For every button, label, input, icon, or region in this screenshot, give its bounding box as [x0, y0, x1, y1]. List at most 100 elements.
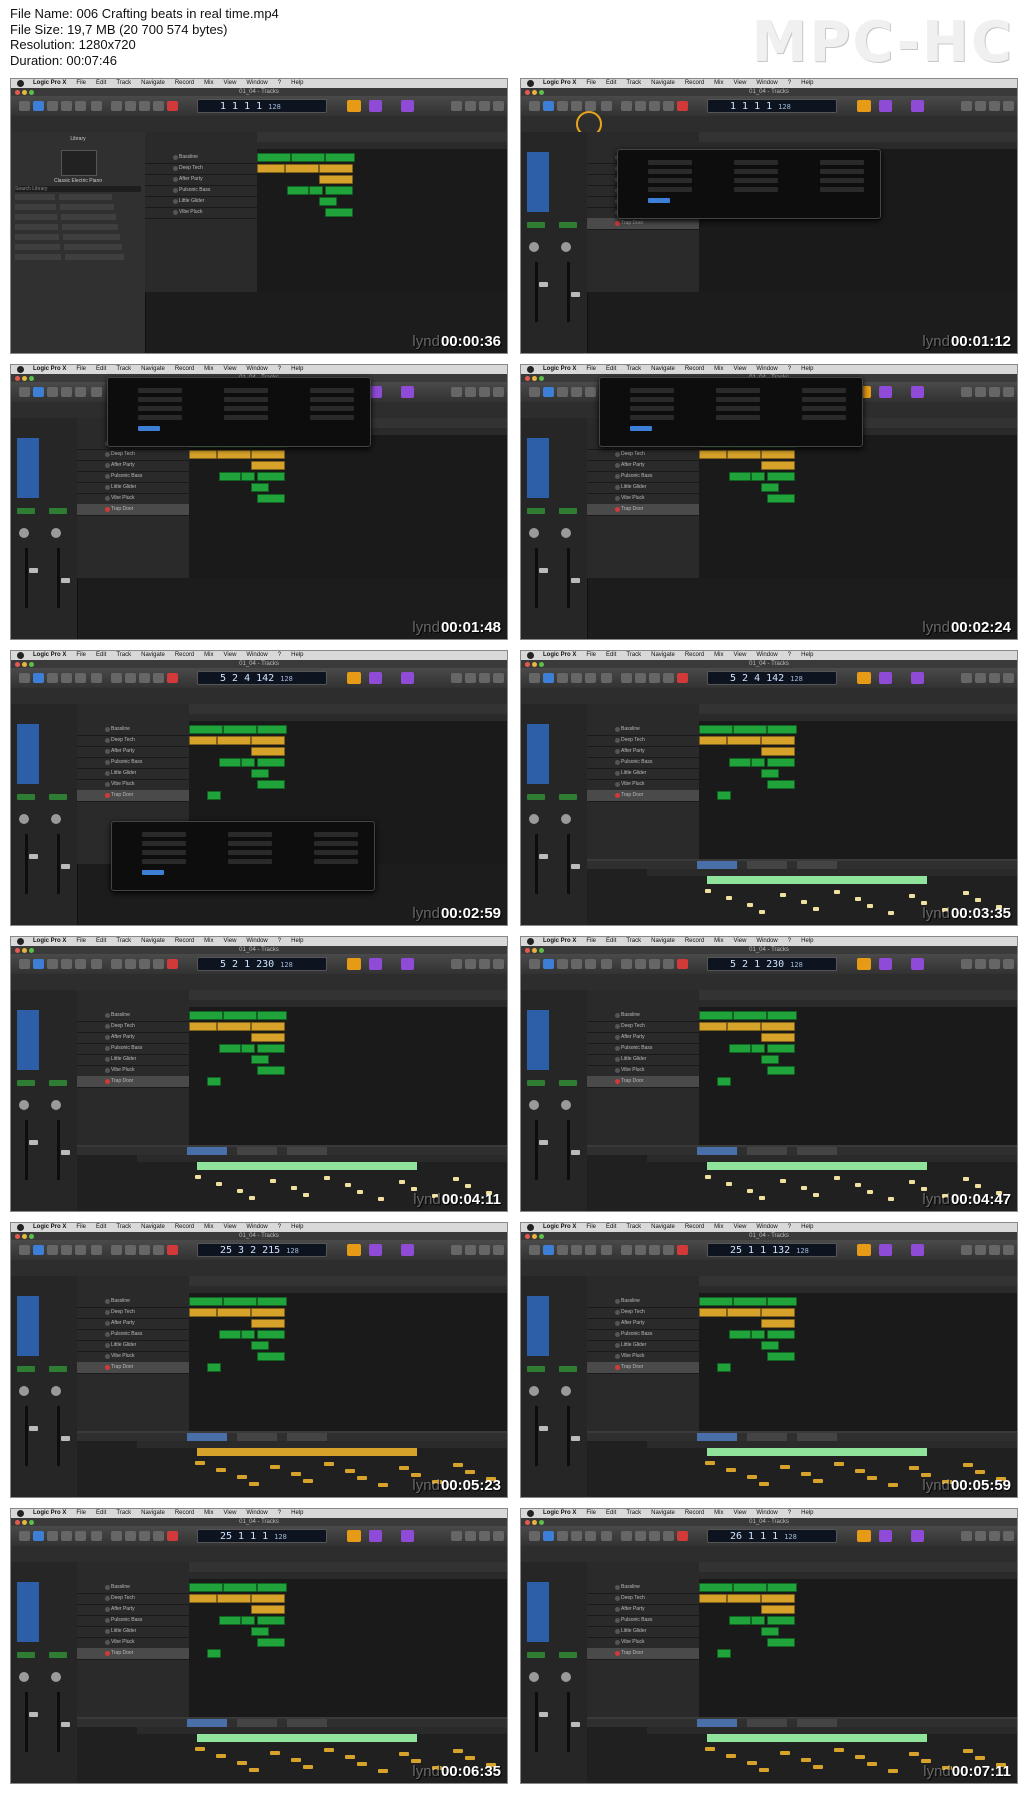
play-icon[interactable] — [663, 101, 674, 111]
region[interactable] — [319, 175, 353, 184]
volume-fader[interactable] — [29, 568, 38, 573]
menu-item[interactable]: Mix — [204, 80, 213, 86]
mixer-icon[interactable] — [91, 1245, 102, 1255]
record-enable-button[interactable] — [615, 507, 620, 512]
menu-item[interactable]: Navigate — [141, 366, 165, 372]
region[interactable] — [251, 1022, 285, 1031]
menu-item[interactable]: Track — [626, 652, 641, 658]
read-button[interactable] — [559, 794, 577, 800]
region[interactable] — [761, 1308, 795, 1317]
midi-note[interactable] — [975, 898, 981, 902]
browser-icon[interactable] — [1003, 959, 1014, 969]
track-header[interactable]: Trap Door — [587, 1076, 699, 1088]
midi-note[interactable] — [855, 1755, 865, 1759]
midi-note[interactable] — [399, 1466, 409, 1470]
mixer-icon[interactable] — [91, 101, 102, 111]
smart-controls-icon[interactable] — [75, 1245, 86, 1255]
mixer-icon[interactable] — [91, 959, 102, 969]
menu-item[interactable]: View — [224, 938, 237, 944]
apple-icon[interactable] — [527, 652, 534, 659]
library-icon[interactable] — [19, 1245, 30, 1255]
library-icon[interactable] — [529, 387, 540, 397]
read-button[interactable] — [527, 1652, 545, 1658]
repeat-setting-field[interactable] — [648, 169, 692, 174]
read-button[interactable] — [17, 508, 35, 514]
repeat-setting-field[interactable] — [310, 388, 354, 393]
record-enable-button[interactable] — [173, 210, 178, 215]
read-button[interactable] — [49, 1080, 67, 1086]
region[interactable] — [717, 1649, 731, 1658]
minimize-icon[interactable] — [532, 948, 537, 953]
tab-piano-roll[interactable] — [187, 1147, 227, 1155]
region[interactable] — [767, 1616, 795, 1625]
record-enable-button[interactable] — [105, 474, 110, 479]
notepad-icon[interactable] — [975, 101, 986, 111]
region[interactable] — [251, 1308, 285, 1317]
close-icon[interactable] — [525, 376, 530, 381]
menu-item[interactable]: Record — [685, 1224, 704, 1230]
cycle-button[interactable] — [857, 672, 871, 684]
region[interactable] — [241, 1044, 255, 1053]
read-button[interactable] — [49, 508, 67, 514]
browser-icon[interactable] — [1003, 673, 1014, 683]
rewind-icon[interactable] — [111, 673, 122, 683]
region[interactable] — [751, 758, 765, 767]
record-enable-button[interactable] — [615, 771, 620, 776]
library-item[interactable] — [15, 234, 59, 240]
menu-item[interactable]: Track — [116, 1224, 131, 1230]
record-icon[interactable] — [167, 1245, 178, 1255]
region[interactable] — [257, 1066, 285, 1075]
play-icon[interactable] — [153, 101, 164, 111]
lcd-display[interactable]: 1 1 1 1 128 — [707, 99, 837, 113]
stop-icon[interactable] — [139, 959, 150, 969]
midi-note[interactable] — [399, 1752, 409, 1756]
tab-piano-roll[interactable] — [697, 1719, 737, 1727]
region[interactable] — [761, 1605, 795, 1614]
record-icon[interactable] — [167, 101, 178, 111]
volume-fader[interactable] — [61, 1150, 70, 1155]
apple-icon[interactable] — [527, 366, 534, 373]
region[interactable] — [251, 461, 285, 470]
editor-ruler[interactable] — [647, 1441, 1017, 1448]
read-button[interactable] — [17, 1652, 35, 1658]
region[interactable] — [717, 1363, 731, 1372]
region[interactable] — [189, 450, 217, 459]
close-icon[interactable] — [15, 90, 20, 95]
repeat-setting-field[interactable] — [630, 397, 674, 402]
notepad-icon[interactable] — [465, 673, 476, 683]
region[interactable] — [189, 1022, 217, 1031]
record-icon[interactable] — [167, 959, 178, 969]
count-in-button[interactable] — [911, 958, 924, 970]
menu-item[interactable]: Mix — [714, 652, 723, 658]
read-button[interactable] — [559, 508, 577, 514]
editor-region-header[interactable] — [197, 1448, 417, 1456]
menu-item[interactable]: File — [76, 938, 86, 944]
midi-note[interactable] — [909, 1466, 919, 1470]
loop-browser-icon[interactable] — [479, 1531, 490, 1541]
menu-item[interactable]: Navigate — [651, 652, 675, 658]
region[interactable] — [217, 1594, 251, 1603]
note-repeat-popup[interactable] — [599, 377, 863, 447]
record-enable-button[interactable] — [105, 727, 110, 732]
region[interactable] — [189, 1297, 223, 1306]
menu-item[interactable]: Window — [246, 1224, 267, 1230]
browser-icon[interactable] — [1003, 1245, 1014, 1255]
region[interactable] — [699, 450, 727, 459]
repeat-setting-field[interactable] — [310, 397, 354, 402]
menu-item[interactable]: ? — [278, 80, 281, 86]
volume-fader[interactable] — [571, 1722, 580, 1727]
toolbar-icon[interactable] — [61, 1245, 72, 1255]
inspector-icon[interactable] — [543, 673, 554, 683]
stop-icon[interactable] — [139, 1531, 150, 1541]
volume-fader[interactable] — [29, 1712, 38, 1717]
menu-item[interactable]: View — [734, 366, 747, 372]
note-repeat-popup[interactable] — [111, 821, 375, 891]
repeat-setting-field[interactable] — [228, 859, 272, 864]
mixer-icon[interactable] — [601, 1245, 612, 1255]
lcd-display[interactable]: 1 1 1 1 128 — [197, 99, 327, 113]
editor-ruler[interactable] — [137, 1727, 507, 1734]
rewind-icon[interactable] — [111, 1245, 122, 1255]
minimize-icon[interactable] — [22, 662, 27, 667]
apple-icon[interactable] — [527, 938, 534, 945]
read-button[interactable] — [527, 508, 545, 514]
